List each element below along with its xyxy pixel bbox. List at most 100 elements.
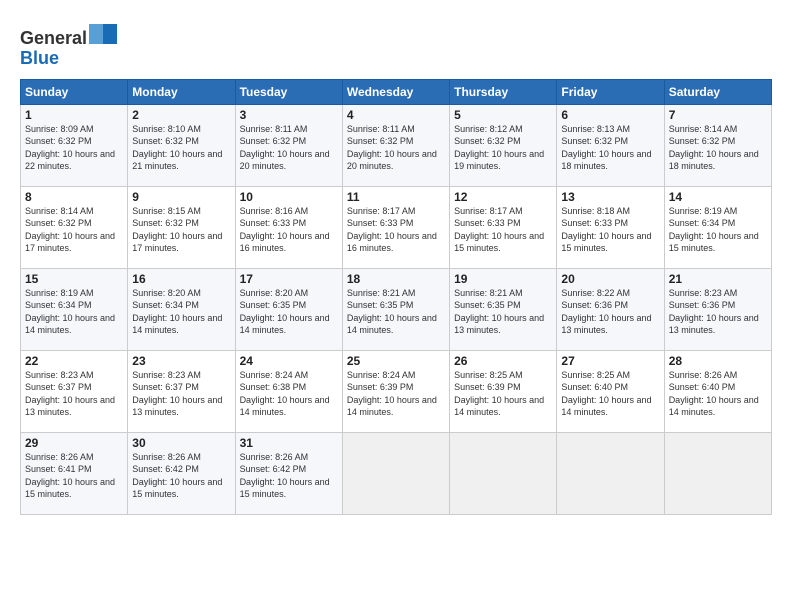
day-cell: 8 Sunrise: 8:14 AM Sunset: 6:32 PM Dayli…	[21, 186, 128, 268]
day-cell: 5 Sunrise: 8:12 AM Sunset: 6:32 PM Dayli…	[450, 104, 557, 186]
day-info: Sunrise: 8:26 AM Sunset: 6:40 PM Dayligh…	[669, 369, 767, 419]
day-cell: 3 Sunrise: 8:11 AM Sunset: 6:32 PM Dayli…	[235, 104, 342, 186]
day-info: Sunrise: 8:16 AM Sunset: 6:33 PM Dayligh…	[240, 205, 338, 255]
day-info: Sunrise: 8:14 AM Sunset: 6:32 PM Dayligh…	[669, 123, 767, 173]
logo-blue-text: Blue	[20, 49, 117, 69]
day-number: 8	[25, 190, 123, 204]
day-cell: 14 Sunrise: 8:19 AM Sunset: 6:34 PM Dayl…	[664, 186, 771, 268]
day-number: 14	[669, 190, 767, 204]
day-cell	[557, 432, 664, 514]
week-row: 22 Sunrise: 8:23 AM Sunset: 6:37 PM Dayl…	[21, 350, 772, 432]
day-cell: 23 Sunrise: 8:23 AM Sunset: 6:37 PM Dayl…	[128, 350, 235, 432]
logo-icon	[89, 16, 117, 44]
day-number: 15	[25, 272, 123, 286]
day-number: 13	[561, 190, 659, 204]
day-number: 21	[669, 272, 767, 286]
day-number: 18	[347, 272, 445, 286]
day-number: 5	[454, 108, 552, 122]
day-cell: 15 Sunrise: 8:19 AM Sunset: 6:34 PM Dayl…	[21, 268, 128, 350]
day-info: Sunrise: 8:26 AM Sunset: 6:42 PM Dayligh…	[240, 451, 338, 501]
day-cell: 11 Sunrise: 8:17 AM Sunset: 6:33 PM Dayl…	[342, 186, 449, 268]
day-info: Sunrise: 8:10 AM Sunset: 6:32 PM Dayligh…	[132, 123, 230, 173]
day-number: 12	[454, 190, 552, 204]
day-number: 10	[240, 190, 338, 204]
day-info: Sunrise: 8:26 AM Sunset: 6:41 PM Dayligh…	[25, 451, 123, 501]
day-info: Sunrise: 8:17 AM Sunset: 6:33 PM Dayligh…	[454, 205, 552, 255]
day-info: Sunrise: 8:23 AM Sunset: 6:37 PM Dayligh…	[132, 369, 230, 419]
day-number: 26	[454, 354, 552, 368]
day-info: Sunrise: 8:20 AM Sunset: 6:35 PM Dayligh…	[240, 287, 338, 337]
day-cell: 19 Sunrise: 8:21 AM Sunset: 6:35 PM Dayl…	[450, 268, 557, 350]
day-number: 25	[347, 354, 445, 368]
day-info: Sunrise: 8:18 AM Sunset: 6:33 PM Dayligh…	[561, 205, 659, 255]
day-info: Sunrise: 8:25 AM Sunset: 6:40 PM Dayligh…	[561, 369, 659, 419]
calendar: SundayMondayTuesdayWednesdayThursdayFrid…	[20, 79, 772, 515]
day-cell: 24 Sunrise: 8:24 AM Sunset: 6:38 PM Dayl…	[235, 350, 342, 432]
day-cell: 12 Sunrise: 8:17 AM Sunset: 6:33 PM Dayl…	[450, 186, 557, 268]
day-number: 9	[132, 190, 230, 204]
header: General Blue	[20, 16, 772, 69]
day-number: 11	[347, 190, 445, 204]
day-info: Sunrise: 8:15 AM Sunset: 6:32 PM Dayligh…	[132, 205, 230, 255]
day-of-week-header: Thursday	[450, 79, 557, 104]
day-info: Sunrise: 8:24 AM Sunset: 6:38 PM Dayligh…	[240, 369, 338, 419]
header-row: SundayMondayTuesdayWednesdayThursdayFrid…	[21, 79, 772, 104]
day-number: 27	[561, 354, 659, 368]
day-of-week-header: Tuesday	[235, 79, 342, 104]
calendar-body: 1 Sunrise: 8:09 AM Sunset: 6:32 PM Dayli…	[21, 104, 772, 514]
day-number: 24	[240, 354, 338, 368]
day-number: 2	[132, 108, 230, 122]
day-number: 16	[132, 272, 230, 286]
day-cell: 2 Sunrise: 8:10 AM Sunset: 6:32 PM Dayli…	[128, 104, 235, 186]
day-number: 19	[454, 272, 552, 286]
day-number: 30	[132, 436, 230, 450]
day-info: Sunrise: 8:21 AM Sunset: 6:35 PM Dayligh…	[347, 287, 445, 337]
day-cell: 13 Sunrise: 8:18 AM Sunset: 6:33 PM Dayl…	[557, 186, 664, 268]
day-cell: 18 Sunrise: 8:21 AM Sunset: 6:35 PM Dayl…	[342, 268, 449, 350]
day-cell: 28 Sunrise: 8:26 AM Sunset: 6:40 PM Dayl…	[664, 350, 771, 432]
day-cell	[342, 432, 449, 514]
day-number: 7	[669, 108, 767, 122]
day-info: Sunrise: 8:23 AM Sunset: 6:36 PM Dayligh…	[669, 287, 767, 337]
day-cell: 30 Sunrise: 8:26 AM Sunset: 6:42 PM Dayl…	[128, 432, 235, 514]
day-info: Sunrise: 8:11 AM Sunset: 6:32 PM Dayligh…	[240, 123, 338, 173]
day-info: Sunrise: 8:25 AM Sunset: 6:39 PM Dayligh…	[454, 369, 552, 419]
day-cell: 25 Sunrise: 8:24 AM Sunset: 6:39 PM Dayl…	[342, 350, 449, 432]
day-number: 23	[132, 354, 230, 368]
day-of-week-header: Friday	[557, 79, 664, 104]
day-of-week-header: Wednesday	[342, 79, 449, 104]
day-cell: 4 Sunrise: 8:11 AM Sunset: 6:32 PM Dayli…	[342, 104, 449, 186]
day-cell: 26 Sunrise: 8:25 AM Sunset: 6:39 PM Dayl…	[450, 350, 557, 432]
logo-general: General	[20, 28, 87, 48]
day-cell: 22 Sunrise: 8:23 AM Sunset: 6:37 PM Dayl…	[21, 350, 128, 432]
day-cell: 9 Sunrise: 8:15 AM Sunset: 6:32 PM Dayli…	[128, 186, 235, 268]
day-cell: 1 Sunrise: 8:09 AM Sunset: 6:32 PM Dayli…	[21, 104, 128, 186]
day-cell: 16 Sunrise: 8:20 AM Sunset: 6:34 PM Dayl…	[128, 268, 235, 350]
day-info: Sunrise: 8:19 AM Sunset: 6:34 PM Dayligh…	[669, 205, 767, 255]
day-cell	[664, 432, 771, 514]
calendar-header: SundayMondayTuesdayWednesdayThursdayFrid…	[21, 79, 772, 104]
day-of-week-header: Sunday	[21, 79, 128, 104]
day-number: 28	[669, 354, 767, 368]
page: General Blue SundayMondayTuesdayWednesda…	[0, 0, 792, 525]
day-number: 6	[561, 108, 659, 122]
day-of-week-header: Saturday	[664, 79, 771, 104]
day-cell: 21 Sunrise: 8:23 AM Sunset: 6:36 PM Dayl…	[664, 268, 771, 350]
day-number: 22	[25, 354, 123, 368]
day-number: 31	[240, 436, 338, 450]
day-number: 29	[25, 436, 123, 450]
logo-text: General	[20, 16, 117, 49]
day-cell: 10 Sunrise: 8:16 AM Sunset: 6:33 PM Dayl…	[235, 186, 342, 268]
day-cell: 7 Sunrise: 8:14 AM Sunset: 6:32 PM Dayli…	[664, 104, 771, 186]
day-info: Sunrise: 8:14 AM Sunset: 6:32 PM Dayligh…	[25, 205, 123, 255]
logo-blue: Blue	[20, 48, 59, 68]
day-info: Sunrise: 8:13 AM Sunset: 6:32 PM Dayligh…	[561, 123, 659, 173]
day-info: Sunrise: 8:20 AM Sunset: 6:34 PM Dayligh…	[132, 287, 230, 337]
week-row: 15 Sunrise: 8:19 AM Sunset: 6:34 PM Dayl…	[21, 268, 772, 350]
day-cell: 29 Sunrise: 8:26 AM Sunset: 6:41 PM Dayl…	[21, 432, 128, 514]
day-info: Sunrise: 8:12 AM Sunset: 6:32 PM Dayligh…	[454, 123, 552, 173]
day-info: Sunrise: 8:26 AM Sunset: 6:42 PM Dayligh…	[132, 451, 230, 501]
day-cell	[450, 432, 557, 514]
day-cell: 20 Sunrise: 8:22 AM Sunset: 6:36 PM Dayl…	[557, 268, 664, 350]
day-cell: 31 Sunrise: 8:26 AM Sunset: 6:42 PM Dayl…	[235, 432, 342, 514]
